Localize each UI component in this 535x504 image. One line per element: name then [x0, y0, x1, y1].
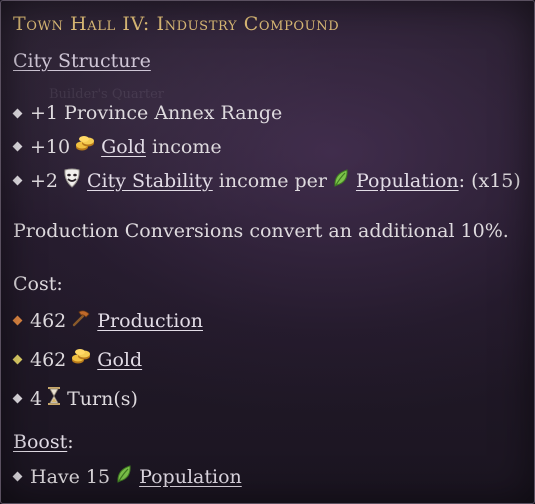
cost-turns: 4 Turn(s)	[11, 386, 138, 411]
gold-coins-icon	[71, 348, 91, 371]
boost-text: Have 15	[30, 465, 111, 488]
cost-gold: 462 Gold	[11, 348, 142, 371]
effect-gold-income: +10 Gold income	[11, 135, 222, 158]
cost-amount: 462	[30, 309, 67, 332]
production-link[interactable]: Production	[97, 310, 203, 332]
effect-amount: +2	[30, 169, 59, 192]
effect-amount: +10	[30, 135, 71, 158]
boost-colon: :	[67, 431, 74, 453]
bullet-icon	[12, 315, 23, 326]
tooltip-title: Town Hall IV: Industry Compound	[13, 13, 340, 35]
population-link[interactable]: Population	[139, 466, 242, 488]
effect-text: +1 Province Annex Range	[30, 102, 283, 124]
cost-amount: 4	[30, 387, 43, 410]
cost-amount: 462	[30, 348, 67, 371]
turns-label: Turn(s)	[67, 387, 138, 410]
structure-tooltip: Builder's Quarter Town Hall IV: Industry…	[0, 0, 535, 504]
cost-label: Cost:	[13, 273, 63, 295]
boost-link[interactable]: Boost	[13, 431, 67, 453]
effect-middle: income per	[218, 169, 327, 192]
hourglass-icon	[47, 386, 61, 411]
boost-requirement: Have 15 Population	[11, 464, 242, 489]
population-leaf-icon	[332, 168, 350, 193]
bullet-icon	[12, 354, 23, 365]
background-ghost-text: Builder's Quarter	[49, 87, 164, 102]
gold-coins-icon	[75, 135, 95, 158]
effect-suffix: : (x15)	[458, 169, 521, 192]
city-stability-link[interactable]: City Stability	[87, 170, 213, 192]
boost-header: Boost :	[13, 431, 74, 453]
population-leaf-icon	[115, 464, 133, 489]
hammer-icon	[71, 309, 91, 332]
structure-description: Production Conversions convert an additi…	[13, 220, 509, 242]
bullet-icon	[12, 108, 23, 118]
bullet-icon	[12, 141, 23, 152]
structure-category-link[interactable]: City Structure	[13, 50, 151, 72]
effect-annex-range: +1 Province Annex Range	[11, 102, 282, 124]
cost-production: 462 Production	[11, 309, 203, 332]
gold-link[interactable]: Gold	[97, 349, 142, 371]
population-link[interactable]: Population	[356, 170, 459, 192]
bullet-icon	[12, 393, 23, 404]
bullet-icon	[12, 175, 23, 186]
effect-city-stability: +2 City Stability income per Population …	[11, 168, 521, 193]
bullet-icon	[12, 471, 23, 482]
gold-link[interactable]: Gold	[101, 136, 146, 158]
stability-mask-icon	[63, 168, 81, 193]
effect-suffix: income	[151, 135, 222, 158]
